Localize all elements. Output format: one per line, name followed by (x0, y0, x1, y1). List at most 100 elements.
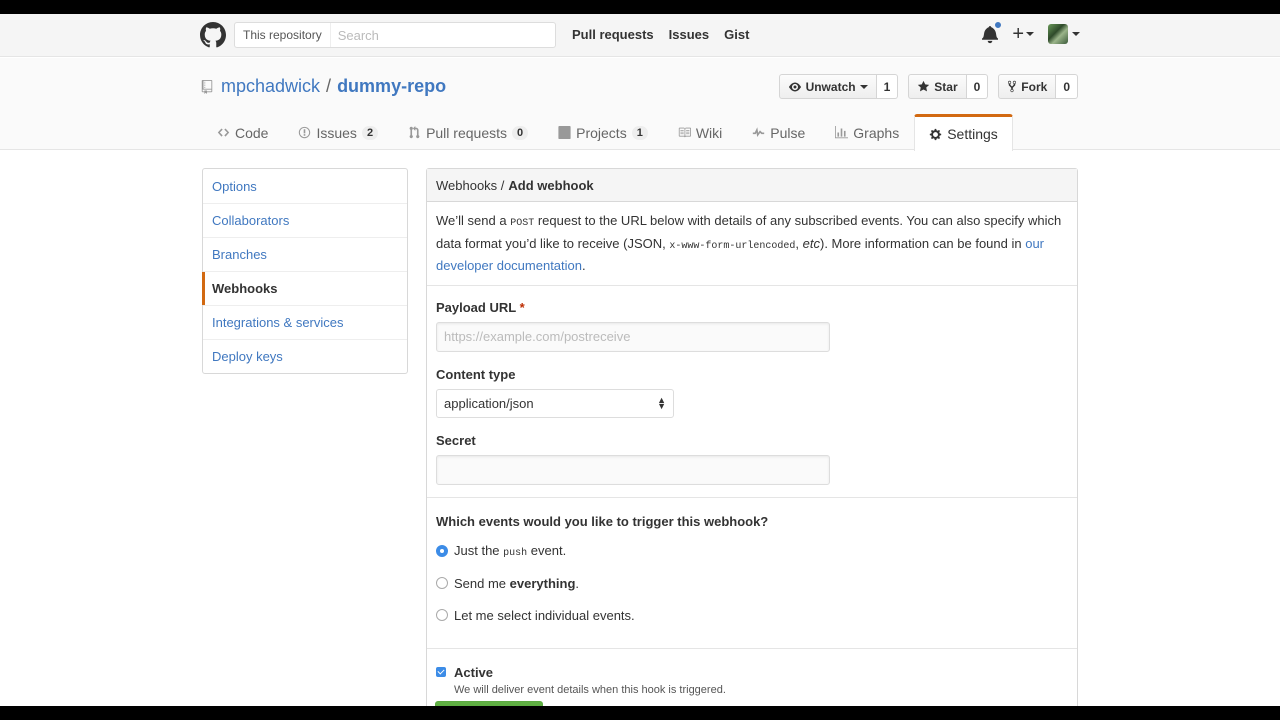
intro-part: We’ll send a (436, 213, 511, 228)
menu-item-options[interactable]: Options (203, 169, 407, 203)
nav-issues[interactable]: Issues (669, 27, 709, 42)
stars-count[interactable]: 0 (966, 74, 989, 99)
repo-title: mpchadwick / dummy-repo (201, 76, 446, 97)
events-section: Which events would you like to trigger t… (427, 498, 1077, 649)
tab-wiki[interactable]: Wiki (663, 114, 737, 150)
radio-push[interactable] (436, 545, 448, 557)
tab-wiki-label: Wiki (695, 124, 723, 141)
unwatch-button[interactable]: Unwatch (778, 74, 877, 99)
repo-tabs: Code Issues 2 Pull requests 0 Projects 1… (202, 114, 1013, 151)
tab-issues-count: 2 (361, 125, 379, 140)
tab-projects[interactable]: Projects 1 (543, 114, 663, 150)
star-label: Star (934, 79, 958, 94)
tab-code[interactable]: Code (202, 114, 283, 150)
breadcrumb: Webhooks / Add webhook (427, 169, 1077, 202)
menu-item-integrations[interactable]: Integrations & services (203, 305, 407, 339)
payload-url-label: Payload URL * (436, 300, 1068, 315)
intro-etc: etc (802, 235, 820, 251)
active-checkbox[interactable] (436, 667, 446, 677)
repo-separator: / (326, 76, 332, 96)
select-arrows-icon: ▲ ▼ (657, 395, 666, 411)
tab-projects-count: 1 (631, 125, 648, 140)
label-part: Send me (454, 575, 510, 591)
notifications-bell-icon[interactable] (982, 21, 1003, 44)
pull-request-icon (409, 126, 420, 139)
payload-url-field: Payload URL * (436, 300, 1068, 352)
watchers-count[interactable]: 1 (876, 74, 899, 99)
push-code: push (503, 548, 528, 559)
label-bold: everything (509, 575, 576, 591)
issue-icon (299, 126, 311, 139)
chevron-down-icon (859, 84, 868, 89)
chevron-down-icon (1026, 32, 1034, 36)
secret-label: Secret (436, 432, 476, 448)
content-type-field: Content type application/json ▲ ▼ (436, 367, 1068, 418)
content-type-label: Content type (436, 366, 516, 382)
create-new-dropdown[interactable]: + (1012, 24, 1034, 44)
top-black-bar (0, 0, 1280, 14)
repo-owner-link[interactable]: mpchadwick (221, 76, 320, 97)
secret-field: Secret (436, 433, 1068, 485)
book-icon (678, 127, 691, 138)
pulse-icon (753, 127, 765, 138)
tab-code-label: Code (235, 124, 269, 141)
active-checkbox-row[interactable]: Active (436, 665, 1068, 680)
star-group: Star 0 (908, 74, 989, 99)
event-option-everything[interactable]: Send me everything. (436, 574, 1068, 593)
avatar (1048, 24, 1068, 44)
event-option-push-label: Just the push event. (454, 543, 566, 559)
event-option-individual[interactable]: Let me select individual events. (436, 606, 1068, 625)
tab-issues-label: Issues (316, 124, 357, 141)
intro-text: We’ll send a POST request to the URL bel… (427, 202, 1077, 286)
unread-dot (994, 21, 1003, 29)
github-logo-icon[interactable] (200, 22, 226, 48)
repo-actions: Unwatch 1 Star 0 Fork 0 (778, 74, 1078, 99)
settings-menu: Options Collaborators Branches Webhooks … (202, 168, 408, 374)
secret-input[interactable] (436, 454, 830, 485)
tab-pulse-label: Pulse (770, 124, 806, 141)
content-type-select[interactable]: application/json ▲ ▼ (436, 388, 674, 418)
tab-settings[interactable]: Settings (914, 114, 1013, 151)
intro-part: . (582, 258, 586, 273)
project-icon (558, 126, 571, 139)
user-menu-dropdown[interactable] (1048, 24, 1080, 44)
tab-pull-requests-count: 0 (512, 125, 529, 140)
payload-url-input[interactable] (436, 321, 830, 352)
active-label: Active (454, 664, 494, 680)
tab-graphs[interactable]: Graphs (820, 114, 914, 150)
intro-part: ). More information can be found in (819, 235, 1026, 251)
code-icon (217, 128, 230, 137)
tab-settings-label: Settings (947, 126, 998, 142)
fork-button[interactable]: Fork (998, 74, 1057, 99)
star-button[interactable]: Star (908, 74, 967, 99)
add-webhook-box: Webhooks / Add webhook We’ll send a POST… (426, 168, 1078, 720)
tab-projects-label: Projects (576, 124, 627, 141)
menu-item-collaborators[interactable]: Collaborators (203, 203, 407, 237)
forks-count[interactable]: 0 (1056, 74, 1078, 99)
header-right: + (982, 21, 1080, 44)
payload-url-label-text: Payload URL (436, 299, 516, 315)
intro-form-code: x-www-form-urlencoded (669, 240, 796, 252)
radio-individual[interactable] (436, 609, 448, 621)
tab-pulse[interactable]: Pulse (737, 114, 820, 150)
tab-pull-requests[interactable]: Pull requests 0 (393, 114, 543, 150)
radio-everything[interactable] (436, 577, 448, 589)
event-option-push[interactable]: Just the push event. (436, 542, 1068, 561)
event-option-everything-label: Send me everything. (454, 576, 579, 591)
menu-item-deploy-keys[interactable]: Deploy keys (203, 339, 407, 373)
content-type-value: application/json (444, 395, 534, 411)
tab-issues[interactable]: Issues 2 (283, 114, 393, 150)
label-part: Just the (454, 543, 504, 558)
events-question: Which events would you like to trigger t… (436, 513, 769, 529)
menu-item-branches[interactable]: Branches (203, 237, 407, 271)
menu-item-webhooks[interactable]: Webhooks (202, 271, 407, 305)
nav-pull-requests[interactable]: Pull requests (572, 27, 654, 42)
search-scope-label: This repository (235, 23, 331, 47)
search-input[interactable] (330, 27, 555, 43)
nav-gist[interactable]: Gist (724, 27, 749, 42)
active-note: We will deliver event details when this … (454, 683, 726, 696)
intro-part: , (795, 235, 803, 251)
breadcrumb-webhooks[interactable]: Webhooks / (436, 178, 504, 193)
tab-pull-requests-label: Pull requests (426, 124, 507, 141)
repo-name-link[interactable]: dummy-repo (337, 76, 446, 97)
